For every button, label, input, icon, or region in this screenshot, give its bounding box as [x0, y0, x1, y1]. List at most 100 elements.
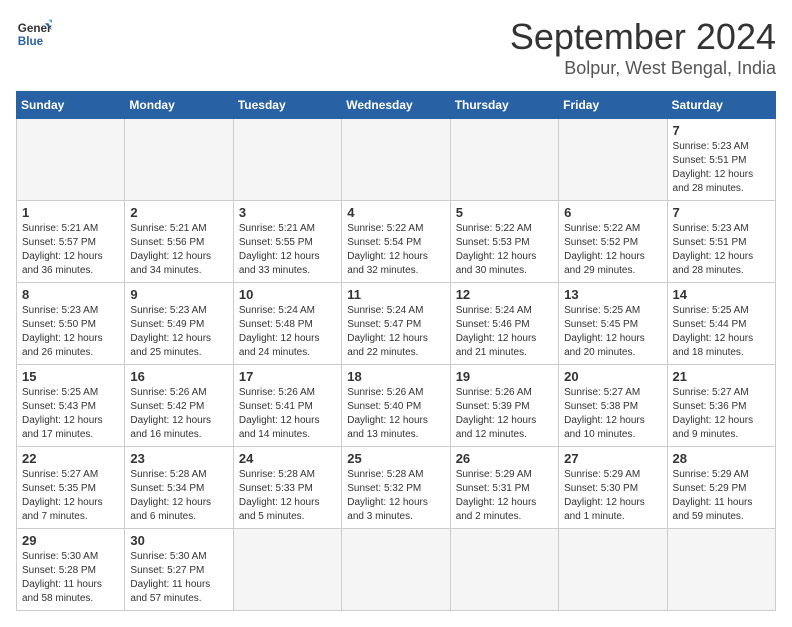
svg-text:Blue: Blue	[18, 35, 44, 48]
day-number: 24	[239, 451, 336, 466]
day-number: 10	[239, 287, 336, 302]
day-info: Sunrise: 5:26 AMSunset: 5:40 PMDaylight:…	[347, 386, 444, 442]
day-info: Sunrise: 5:26 AMSunset: 5:42 PMDaylight:…	[130, 386, 227, 442]
calendar-cell	[450, 119, 558, 201]
calendar-table: SundayMondayTuesdayWednesdayThursdayFrid…	[16, 91, 776, 611]
day-info: Sunrise: 5:23 AMSunset: 5:50 PMDaylight:…	[22, 304, 119, 360]
day-number: 25	[347, 451, 444, 466]
day-number: 29	[22, 533, 119, 548]
month-title: September 2024	[510, 16, 776, 58]
calendar-cell	[559, 529, 667, 611]
day-info: Sunrise: 5:28 AMSunset: 5:32 PMDaylight:…	[347, 468, 444, 524]
day-info: Sunrise: 5:25 AMSunset: 5:45 PMDaylight:…	[564, 304, 661, 360]
calendar-cell: 22Sunrise: 5:27 AMSunset: 5:35 PMDayligh…	[17, 447, 125, 529]
calendar-cell: 9 Sunrise: 5:23 AMSunset: 5:49 PMDaylight…	[125, 283, 233, 365]
calendar-cell	[17, 119, 125, 201]
day-info: Sunrise: 5:23 AMSunset: 5:51 PMDaylight:…	[673, 140, 770, 196]
day-info: Sunrise: 5:23 AMSunset: 5:49 PMDaylight:…	[130, 304, 227, 360]
day-number: 8	[22, 287, 119, 302]
day-info: Sunrise: 5:29 AMSunset: 5:29 PMDaylight:…	[673, 468, 770, 524]
calendar-row: 29 Sunrise: 5:30 AMSunset: 5:28 PMDayligh…	[17, 529, 776, 611]
calendar-cell: 30 Sunrise: 5:30 AMSunset: 5:27 PMDayligh…	[125, 529, 233, 611]
weekday-header-cell: Tuesday	[233, 92, 341, 119]
day-info: Sunrise: 5:26 AMSunset: 5:39 PMDaylight:…	[456, 386, 553, 442]
calendar-cell: 10 Sunrise: 5:24 AMSunset: 5:48 PMDayligh…	[233, 283, 341, 365]
day-info: Sunrise: 5:22 AMSunset: 5:53 PMDaylight:…	[456, 222, 553, 278]
calendar-cell: 21Sunrise: 5:27 AMSunset: 5:36 PMDayligh…	[667, 365, 775, 447]
calendar-cell: 2 Sunrise: 5:21 AMSunset: 5:56 PMDaylight…	[125, 201, 233, 283]
calendar-cell: 23 Sunrise: 5:28 AMSunset: 5:34 PMDayligh…	[125, 447, 233, 529]
day-number: 2	[130, 205, 227, 220]
day-number: 23	[130, 451, 227, 466]
day-number: 16	[130, 369, 227, 384]
calendar-cell: 6 Sunrise: 5:22 AMSunset: 5:52 PMDaylight…	[559, 201, 667, 283]
calendar-cell	[342, 529, 450, 611]
calendar-cell	[233, 529, 341, 611]
calendar-cell: 16 Sunrise: 5:26 AMSunset: 5:42 PMDayligh…	[125, 365, 233, 447]
day-number: 30	[130, 533, 227, 548]
day-number: 20	[564, 369, 661, 384]
day-info: Sunrise: 5:21 AMSunset: 5:56 PMDaylight:…	[130, 222, 227, 278]
calendar-cell: 18Sunrise: 5:26 AMSunset: 5:40 PMDayligh…	[342, 365, 450, 447]
day-info: Sunrise: 5:26 AMSunset: 5:41 PMDaylight:…	[239, 386, 336, 442]
calendar-cell: 25 Sunrise: 5:28 AMSunset: 5:32 PMDayligh…	[342, 447, 450, 529]
day-number: 9	[130, 287, 227, 302]
calendar-cell: 7 Sunrise: 5:23 AMSunset: 5:51 PMDaylight…	[667, 119, 775, 201]
day-info: Sunrise: 5:30 AMSunset: 5:28 PMDaylight:…	[22, 550, 119, 606]
day-number: 6	[564, 205, 661, 220]
calendar-row: 15Sunrise: 5:25 AMSunset: 5:43 PMDayligh…	[17, 365, 776, 447]
day-number: 4	[347, 205, 444, 220]
day-info: Sunrise: 5:24 AMSunset: 5:47 PMDaylight:…	[347, 304, 444, 360]
calendar-row: 7 Sunrise: 5:23 AMSunset: 5:51 PMDaylight…	[17, 119, 776, 201]
calendar-cell	[559, 119, 667, 201]
day-info: Sunrise: 5:24 AMSunset: 5:48 PMDaylight:…	[239, 304, 336, 360]
weekday-header-cell: Saturday	[667, 92, 775, 119]
day-number: 12	[456, 287, 553, 302]
calendar-cell: 5 Sunrise: 5:22 AMSunset: 5:53 PMDaylight…	[450, 201, 558, 283]
calendar-cell: 29 Sunrise: 5:30 AMSunset: 5:28 PMDayligh…	[17, 529, 125, 611]
day-info: Sunrise: 5:25 AMSunset: 5:44 PMDaylight:…	[673, 304, 770, 360]
day-info: Sunrise: 5:22 AMSunset: 5:52 PMDaylight:…	[564, 222, 661, 278]
day-number: 7	[673, 123, 770, 138]
generalblue-logo-icon: General Blue	[16, 16, 52, 52]
day-number: 26	[456, 451, 553, 466]
calendar-body: 7 Sunrise: 5:23 AMSunset: 5:51 PMDaylight…	[17, 119, 776, 611]
weekday-header-cell: Friday	[559, 92, 667, 119]
calendar-row: 1 Sunrise: 5:21 AMSunset: 5:57 PMDaylight…	[17, 201, 776, 283]
day-info: Sunrise: 5:28 AMSunset: 5:34 PMDaylight:…	[130, 468, 227, 524]
calendar-row: 8 Sunrise: 5:23 AMSunset: 5:50 PMDaylight…	[17, 283, 776, 365]
calendar-cell	[342, 119, 450, 201]
calendar-cell: 4 Sunrise: 5:22 AMSunset: 5:54 PMDaylight…	[342, 201, 450, 283]
day-number: 1	[22, 205, 119, 220]
day-number: 11	[347, 287, 444, 302]
calendar-cell: 8 Sunrise: 5:23 AMSunset: 5:50 PMDaylight…	[17, 283, 125, 365]
day-number: 21	[673, 369, 770, 384]
day-number: 7	[673, 205, 770, 220]
weekday-header-cell: Thursday	[450, 92, 558, 119]
calendar-row: 22Sunrise: 5:27 AMSunset: 5:35 PMDayligh…	[17, 447, 776, 529]
day-number: 3	[239, 205, 336, 220]
calendar-cell: 17Sunrise: 5:26 AMSunset: 5:41 PMDayligh…	[233, 365, 341, 447]
day-number: 22	[22, 451, 119, 466]
calendar-cell	[125, 119, 233, 201]
day-number: 15	[22, 369, 119, 384]
day-number: 19	[456, 369, 553, 384]
weekday-header-cell: Wednesday	[342, 92, 450, 119]
day-info: Sunrise: 5:21 AMSunset: 5:57 PMDaylight:…	[22, 222, 119, 278]
header: General Blue September 2024 Bolpur, West…	[16, 16, 776, 79]
day-info: Sunrise: 5:22 AMSunset: 5:54 PMDaylight:…	[347, 222, 444, 278]
day-number: 27	[564, 451, 661, 466]
day-info: Sunrise: 5:29 AMSunset: 5:31 PMDaylight:…	[456, 468, 553, 524]
day-info: Sunrise: 5:24 AMSunset: 5:46 PMDaylight:…	[456, 304, 553, 360]
calendar-cell: 24 Sunrise: 5:28 AMSunset: 5:33 PMDayligh…	[233, 447, 341, 529]
calendar-cell: 3Sunrise: 5:21 AMSunset: 5:55 PMDaylight…	[233, 201, 341, 283]
weekday-header-cell: Sunday	[17, 92, 125, 119]
calendar-cell: 15Sunrise: 5:25 AMSunset: 5:43 PMDayligh…	[17, 365, 125, 447]
day-info: Sunrise: 5:30 AMSunset: 5:27 PMDaylight:…	[130, 550, 227, 606]
calendar-cell: 1 Sunrise: 5:21 AMSunset: 5:57 PMDaylight…	[17, 201, 125, 283]
day-info: Sunrise: 5:28 AMSunset: 5:33 PMDaylight:…	[239, 468, 336, 524]
day-number: 5	[456, 205, 553, 220]
logo: General Blue	[16, 16, 52, 52]
title-area: September 2024 Bolpur, West Bengal, Indi…	[510, 16, 776, 79]
day-number: 14	[673, 287, 770, 302]
